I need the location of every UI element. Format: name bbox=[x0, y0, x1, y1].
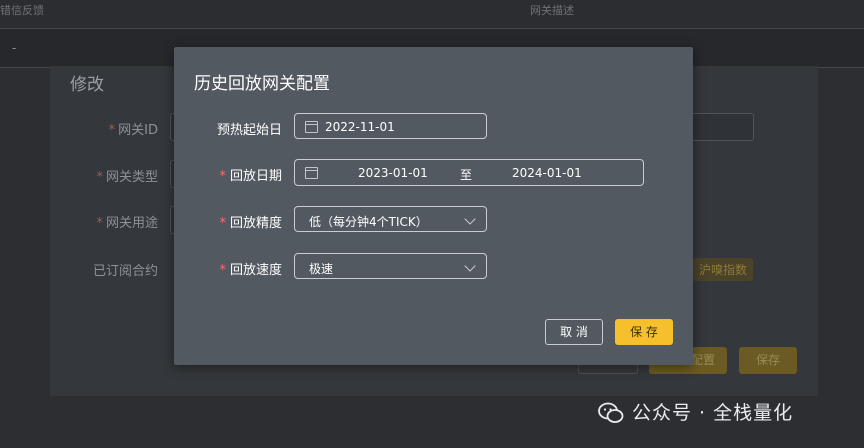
chevron-down-icon bbox=[464, 260, 476, 272]
edit-dialog-title: 修改 bbox=[70, 75, 104, 95]
replay-date-label: * 回放日期 bbox=[219, 169, 282, 184]
replay-speed-label: * 回放速度 bbox=[219, 263, 282, 278]
header-col-feedback: 错信反馈 bbox=[0, 4, 44, 17]
replay-date-start[interactable]: 2023-01-01 bbox=[358, 166, 428, 180]
gateway-id-label: * 网关ID bbox=[108, 123, 158, 138]
replay-speed-select[interactable]: 极速 bbox=[294, 253, 487, 279]
replay-speed-value: 极速 bbox=[309, 262, 334, 276]
replay-precision-value: 低（每分钟4个TICK） bbox=[309, 215, 428, 229]
gateway-type-label: * 网关类型 bbox=[96, 170, 158, 185]
date-range-separator: 至 bbox=[460, 168, 473, 182]
warmup-start-value: 2022-11-01 bbox=[325, 120, 395, 134]
gateway-purpose-label: * 网关用途 bbox=[96, 216, 158, 231]
calendar-icon bbox=[305, 167, 318, 179]
replay-date-end[interactable]: 2024-01-01 bbox=[512, 166, 582, 180]
header-col-description: 网关描述 bbox=[530, 4, 574, 17]
table-header: 错信反馈 网关描述 bbox=[0, 0, 864, 29]
subscribed-contracts-label: 已订阅合约 bbox=[92, 264, 158, 279]
replay-date-range-picker[interactable]: 2023-01-01 至 2024-01-01 bbox=[294, 159, 644, 186]
warmup-start-label: 预热起始日 bbox=[216, 123, 282, 138]
chevron-down-icon bbox=[464, 213, 476, 225]
watermark-text: 公众号 · 全栈量化 bbox=[632, 402, 794, 424]
save-button[interactable]: 保 存 bbox=[615, 319, 673, 345]
gateway-id-input-right[interactable] bbox=[690, 113, 754, 141]
replay-gateway-config-dialog: 历史回放网关配置 预热起始日 2022-11-01 * 回放日期 2023-01-… bbox=[174, 47, 693, 365]
cancel-button[interactable]: 取 消 bbox=[545, 319, 603, 345]
replay-precision-label: * 回放精度 bbox=[219, 216, 282, 231]
wechat-icon bbox=[598, 402, 624, 423]
calendar-icon bbox=[305, 121, 318, 133]
bg-save-button[interactable]: 保存 bbox=[739, 347, 797, 374]
contract-chip[interactable]: 沪嗅指数 bbox=[693, 258, 754, 281]
dialog-title: 历史回放网关配置 bbox=[194, 74, 330, 94]
replay-precision-select[interactable]: 低（每分钟4个TICK） bbox=[294, 206, 487, 232]
row-cell-value: - bbox=[12, 41, 17, 55]
warmup-start-date-picker[interactable]: 2022-11-01 bbox=[294, 113, 487, 139]
